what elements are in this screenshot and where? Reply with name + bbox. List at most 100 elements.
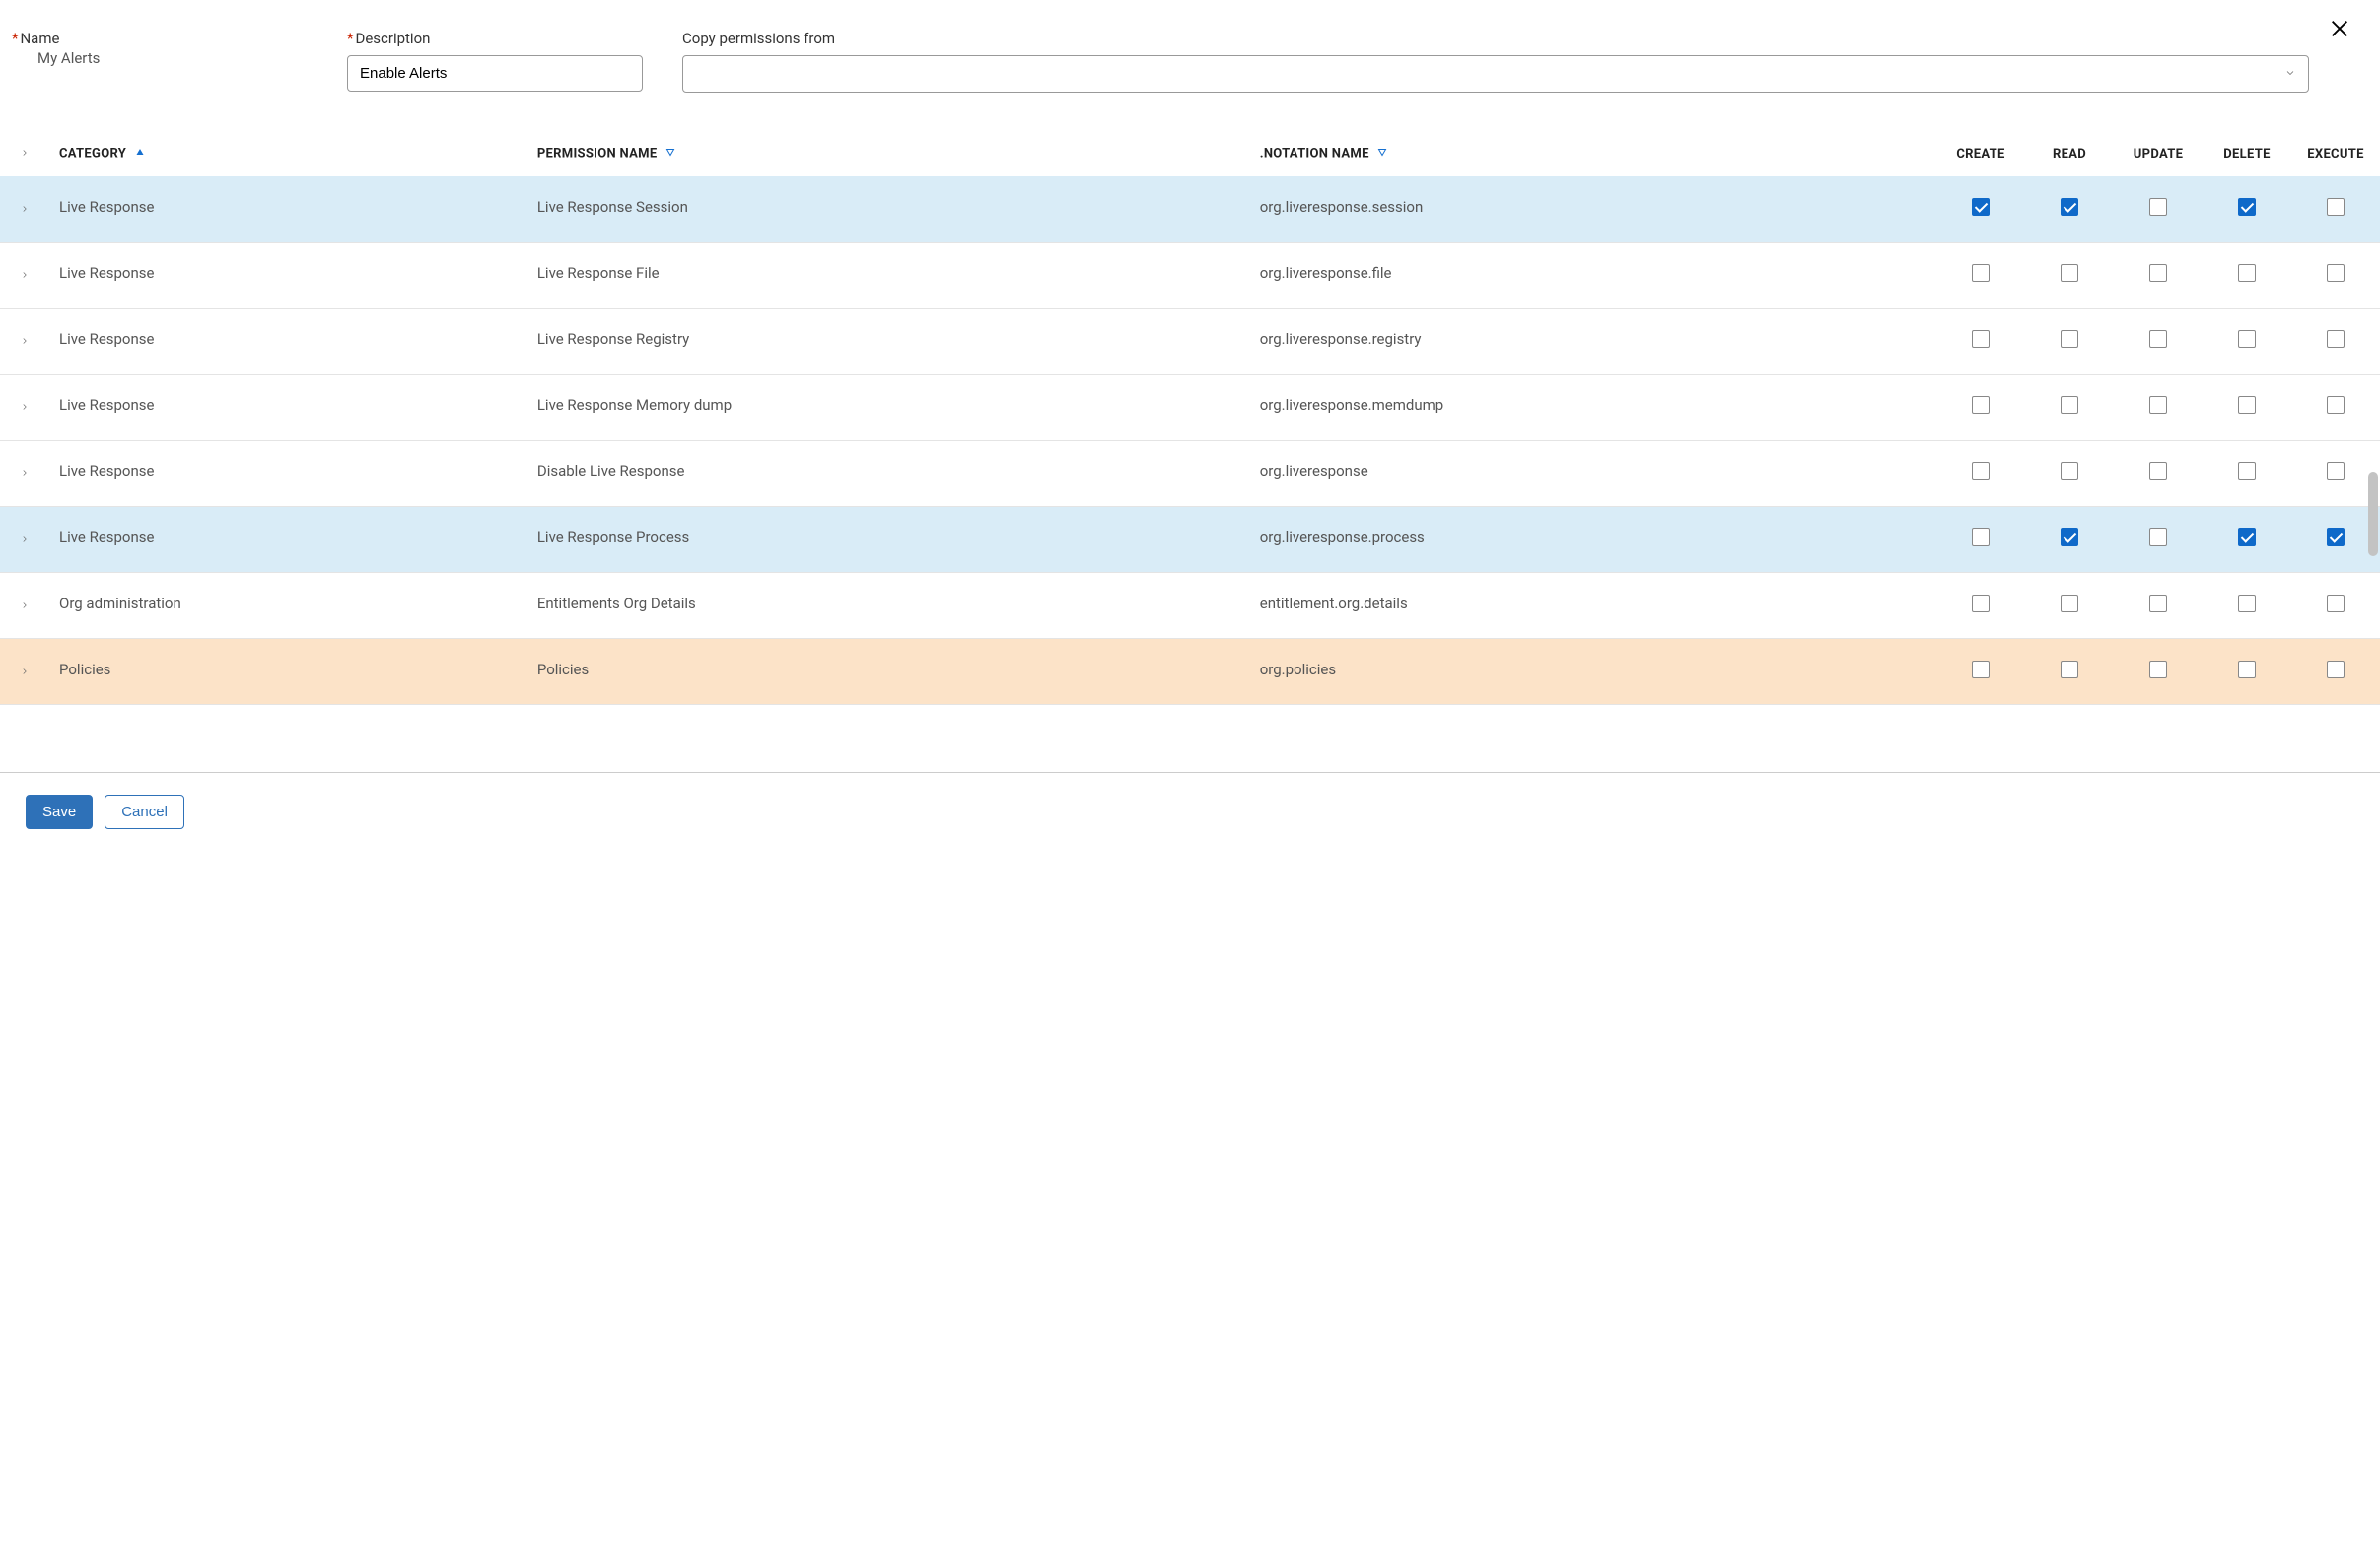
read-checkbox[interactable] bbox=[2061, 330, 2078, 348]
update-checkbox[interactable] bbox=[2149, 330, 2167, 348]
cell-execute bbox=[2291, 375, 2380, 441]
table-row: Live ResponseLive Response Fileorg.liver… bbox=[0, 243, 2380, 309]
cell-execute bbox=[2291, 243, 2380, 309]
cell-execute bbox=[2291, 176, 2380, 243]
cell-category: Live Response bbox=[49, 309, 527, 375]
row-expand-toggle[interactable] bbox=[0, 243, 49, 309]
chevron-right-icon bbox=[20, 332, 30, 350]
cell-execute bbox=[2291, 573, 2380, 639]
cell-delete bbox=[2203, 243, 2291, 309]
row-expand-toggle[interactable] bbox=[0, 176, 49, 243]
sort-desc-icon bbox=[1376, 146, 1388, 162]
update-checkbox[interactable] bbox=[2149, 462, 2167, 480]
cancel-button[interactable]: Cancel bbox=[105, 795, 184, 829]
cell-read bbox=[2025, 507, 2114, 573]
scrollbar-thumb[interactable] bbox=[2368, 472, 2378, 556]
delete-checkbox[interactable] bbox=[2238, 264, 2256, 282]
cell-update bbox=[2114, 309, 2203, 375]
delete-checkbox[interactable] bbox=[2238, 330, 2256, 348]
description-input[interactable] bbox=[347, 55, 643, 92]
cell-update bbox=[2114, 176, 2203, 243]
cell-notation-name: org.liveresponse.memdump bbox=[1250, 375, 1936, 441]
delete-checkbox[interactable] bbox=[2238, 661, 2256, 678]
cell-notation-name: org.policies bbox=[1250, 639, 1936, 705]
cell-permission-name: Live Response Memory dump bbox=[527, 375, 1250, 441]
cell-delete bbox=[2203, 309, 2291, 375]
read-checkbox[interactable] bbox=[2061, 264, 2078, 282]
cell-delete bbox=[2203, 375, 2291, 441]
cell-read bbox=[2025, 441, 2114, 507]
read-checkbox[interactable] bbox=[2061, 528, 2078, 546]
create-checkbox[interactable] bbox=[1972, 198, 1990, 216]
update-checkbox[interactable] bbox=[2149, 595, 2167, 612]
cell-category: Live Response bbox=[49, 441, 527, 507]
row-expand-toggle[interactable] bbox=[0, 441, 49, 507]
close-button[interactable] bbox=[2329, 18, 2350, 43]
row-expand-toggle[interactable] bbox=[0, 375, 49, 441]
row-expand-toggle[interactable] bbox=[0, 309, 49, 375]
create-checkbox[interactable] bbox=[1972, 661, 1990, 678]
cell-create bbox=[1936, 573, 2025, 639]
update-checkbox[interactable] bbox=[2149, 198, 2167, 216]
create-checkbox[interactable] bbox=[1972, 528, 1990, 546]
create-checkbox[interactable] bbox=[1972, 330, 1990, 348]
copy-permissions-select[interactable] bbox=[682, 55, 2309, 93]
close-icon bbox=[2329, 18, 2350, 39]
execute-checkbox[interactable] bbox=[2327, 330, 2345, 348]
expand-all-header[interactable] bbox=[0, 132, 49, 176]
chevron-right-icon bbox=[20, 597, 30, 614]
read-checkbox[interactable] bbox=[2061, 462, 2078, 480]
cell-delete bbox=[2203, 507, 2291, 573]
column-header-category[interactable]: CATEGORY bbox=[49, 132, 527, 176]
update-checkbox[interactable] bbox=[2149, 264, 2167, 282]
cell-create bbox=[1936, 309, 2025, 375]
cell-read bbox=[2025, 573, 2114, 639]
delete-checkbox[interactable] bbox=[2238, 462, 2256, 480]
update-checkbox[interactable] bbox=[2149, 528, 2167, 546]
delete-checkbox[interactable] bbox=[2238, 396, 2256, 414]
column-header-delete: DELETE bbox=[2203, 132, 2291, 176]
column-header-update: UPDATE bbox=[2114, 132, 2203, 176]
name-value[interactable]: My Alerts bbox=[12, 39, 308, 67]
delete-checkbox[interactable] bbox=[2238, 198, 2256, 216]
save-button[interactable]: Save bbox=[26, 795, 93, 829]
row-expand-toggle[interactable] bbox=[0, 573, 49, 639]
read-checkbox[interactable] bbox=[2061, 396, 2078, 414]
delete-checkbox[interactable] bbox=[2238, 528, 2256, 546]
read-checkbox[interactable] bbox=[2061, 198, 2078, 216]
execute-checkbox[interactable] bbox=[2327, 396, 2345, 414]
footer-actions: Save Cancel bbox=[0, 773, 2380, 851]
cell-create bbox=[1936, 639, 2025, 705]
cell-create bbox=[1936, 176, 2025, 243]
chevron-down-icon bbox=[2284, 65, 2296, 83]
cell-read bbox=[2025, 639, 2114, 705]
create-checkbox[interactable] bbox=[1972, 462, 1990, 480]
column-header-create: CREATE bbox=[1936, 132, 2025, 176]
execute-checkbox[interactable] bbox=[2327, 528, 2345, 546]
read-checkbox[interactable] bbox=[2061, 595, 2078, 612]
create-checkbox[interactable] bbox=[1972, 396, 1990, 414]
cell-delete bbox=[2203, 176, 2291, 243]
row-expand-toggle[interactable] bbox=[0, 507, 49, 573]
column-header-notation-name[interactable]: .NOTATION NAME bbox=[1250, 132, 1936, 176]
cell-read bbox=[2025, 176, 2114, 243]
cell-create bbox=[1936, 375, 2025, 441]
chevron-right-icon bbox=[20, 398, 30, 416]
cell-update bbox=[2114, 375, 2203, 441]
execute-checkbox[interactable] bbox=[2327, 661, 2345, 678]
update-checkbox[interactable] bbox=[2149, 661, 2167, 678]
row-expand-toggle[interactable] bbox=[0, 639, 49, 705]
execute-checkbox[interactable] bbox=[2327, 462, 2345, 480]
copy-permissions-label: Copy permissions from bbox=[682, 30, 2309, 47]
create-checkbox[interactable] bbox=[1972, 264, 1990, 282]
cell-notation-name: org.liveresponse.file bbox=[1250, 243, 1936, 309]
execute-checkbox[interactable] bbox=[2327, 595, 2345, 612]
execute-checkbox[interactable] bbox=[2327, 264, 2345, 282]
update-checkbox[interactable] bbox=[2149, 396, 2167, 414]
column-header-permission-name[interactable]: PERMISSION NAME bbox=[527, 132, 1250, 176]
create-checkbox[interactable] bbox=[1972, 595, 1990, 612]
execute-checkbox[interactable] bbox=[2327, 198, 2345, 216]
delete-checkbox[interactable] bbox=[2238, 595, 2256, 612]
read-checkbox[interactable] bbox=[2061, 661, 2078, 678]
copy-permissions-field-group: Copy permissions from bbox=[682, 30, 2309, 93]
